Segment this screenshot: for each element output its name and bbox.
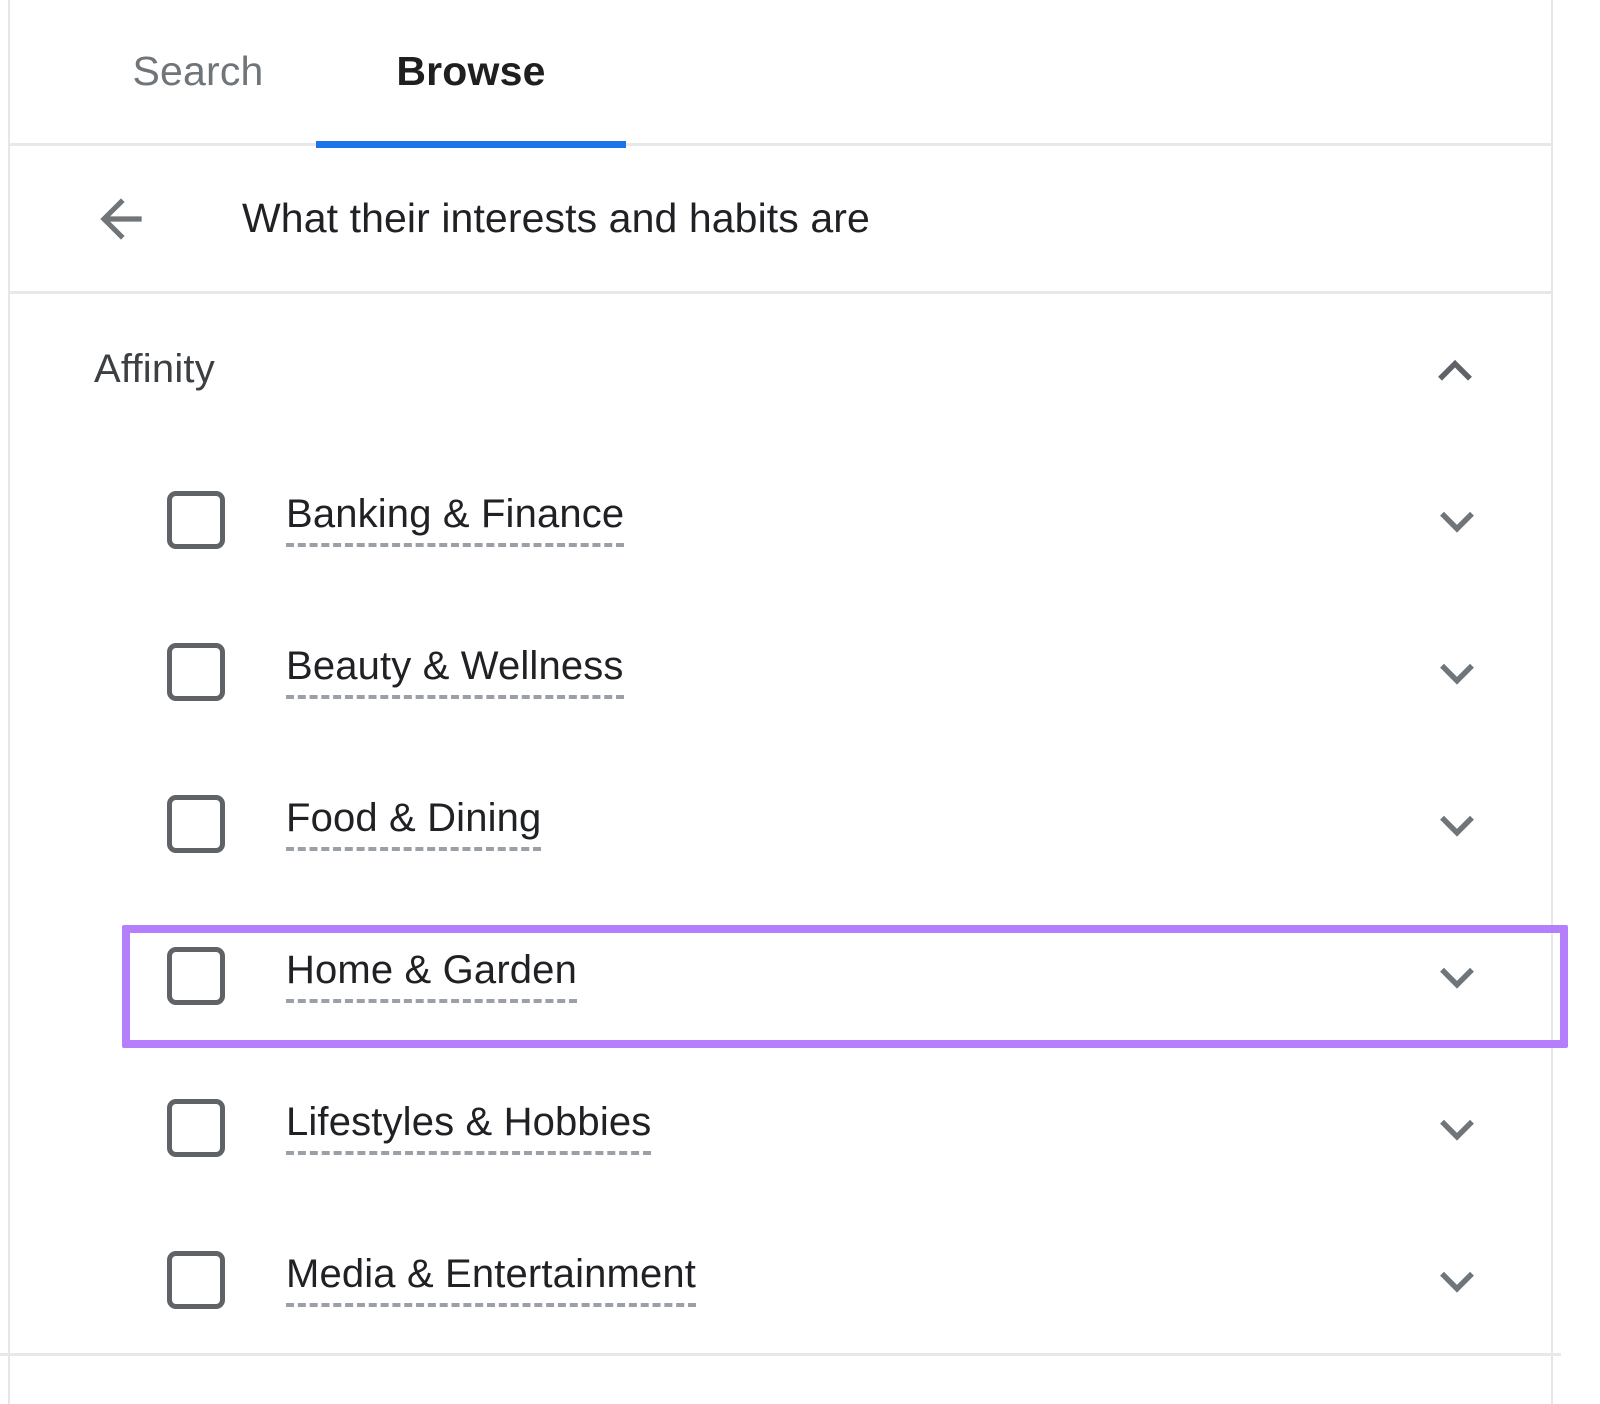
chevron-down-icon [1428, 643, 1486, 701]
checkbox-lifestyles-hobbies[interactable] [167, 1099, 225, 1157]
chevron-down-icon [1428, 795, 1486, 853]
chevron-down-icon [1428, 1099, 1486, 1157]
option-label: Home & Garden [286, 950, 577, 1003]
option-label: Banking & Finance [286, 494, 625, 547]
option-row-beauty-wellness[interactable]: Beauty & Wellness [10, 596, 1551, 748]
option-row-food-dining[interactable]: Food & Dining [10, 748, 1551, 900]
browse-panel: Search Browse What their interests and h… [0, 0, 1568, 1404]
option-row-lifestyles-hobbies[interactable]: Lifestyles & Hobbies [10, 1052, 1551, 1204]
expand-button-lifestyles-hobbies[interactable] [1425, 1096, 1489, 1160]
option-label: Beauty & Wellness [286, 646, 624, 699]
expand-button-media-entertainment[interactable] [1425, 1248, 1489, 1312]
list-bottom-divider [0, 1353, 1561, 1356]
checkbox-home-garden[interactable] [167, 947, 225, 1005]
option-row-banking-finance[interactable]: Banking & Finance [10, 444, 1551, 596]
option-label: Media & Entertainment [286, 1254, 697, 1307]
option-label: Food & Dining [286, 798, 542, 851]
expand-button-beauty-wellness[interactable] [1425, 640, 1489, 704]
option-row-media-entertainment[interactable]: Media & Entertainment [0, 1204, 1561, 1356]
back-button[interactable] [84, 182, 158, 256]
page-title: What their interests and habits are [242, 195, 870, 241]
chevron-down-icon [1428, 1251, 1486, 1309]
expand-button-banking-finance[interactable] [1425, 488, 1489, 552]
checkbox-beauty-wellness[interactable] [167, 643, 225, 701]
breadcrumb-header: What their interests and habits are [10, 146, 1551, 294]
option-label: Lifestyles & Hobbies [286, 1102, 652, 1155]
checkbox-media-entertainment[interactable] [167, 1251, 225, 1309]
section-collapse-button[interactable] [1423, 337, 1487, 401]
section-header-affinity[interactable]: Affinity [10, 294, 1551, 444]
checkbox-food-dining[interactable] [167, 795, 225, 853]
tab-browse[interactable]: Browse [316, 0, 626, 148]
option-row-home-garden[interactable]: Home & Garden [10, 900, 1551, 1052]
chevron-down-icon [1428, 947, 1486, 1005]
expand-button-home-garden[interactable] [1425, 944, 1489, 1008]
expand-button-food-dining[interactable] [1425, 792, 1489, 856]
section-title: Affinity [94, 346, 215, 391]
checkbox-banking-finance[interactable] [167, 491, 225, 549]
tab-bar: Search Browse [10, 0, 1551, 148]
chevron-down-icon [1428, 491, 1486, 549]
affinity-option-list: Banking & Finance Beauty & Wellness Food… [0, 444, 1561, 1356]
chevron-up-icon [1426, 340, 1484, 398]
arrow-left-icon [90, 188, 152, 250]
tab-search[interactable]: Search [80, 0, 316, 145]
